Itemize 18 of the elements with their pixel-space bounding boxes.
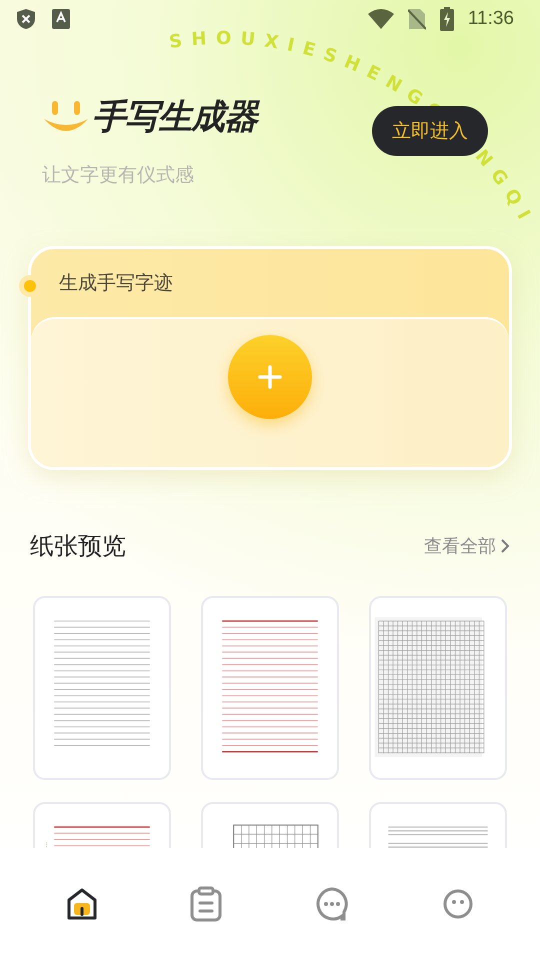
- keyboard-icon: [52, 9, 70, 29]
- status-time: 11:36: [468, 8, 514, 30]
- no-sim-icon: [408, 8, 426, 30]
- paper-card[interactable]: [201, 596, 339, 780]
- battery-icon: [440, 7, 454, 31]
- plus-icon: [257, 364, 283, 390]
- chat-icon: [314, 886, 350, 922]
- chevron-right-icon: [500, 538, 510, 554]
- face-icon: [442, 888, 474, 920]
- add-button[interactable]: [228, 335, 312, 419]
- paper-card[interactable]: [33, 596, 171, 780]
- home-icon: [66, 887, 98, 921]
- clipboard-icon: [190, 886, 222, 922]
- paper-card[interactable]: [369, 596, 507, 780]
- section-title: 纸张预览: [30, 531, 126, 562]
- wifi-icon: [368, 9, 394, 29]
- card-title: 生成手写字迹: [59, 271, 173, 296]
- shield-icon: [16, 8, 36, 30]
